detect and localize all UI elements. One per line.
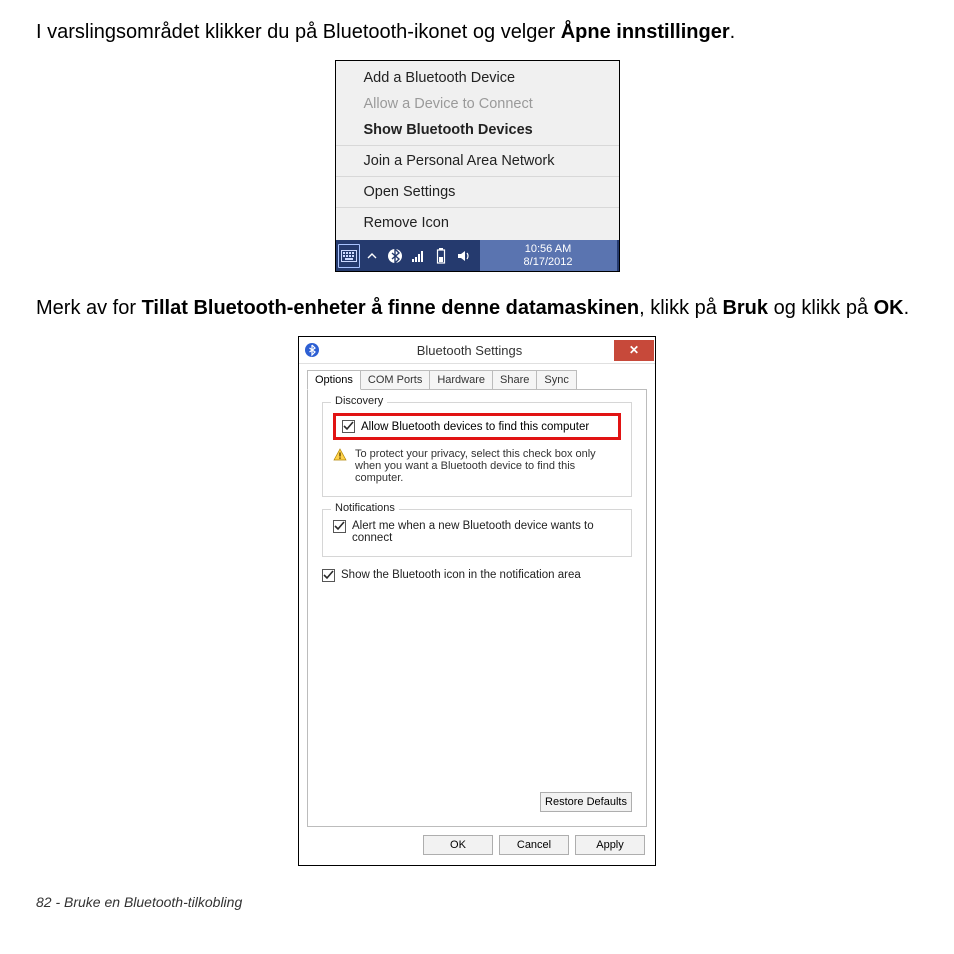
notifications-legend: Notifications bbox=[331, 502, 399, 514]
network-signal-icon[interactable] bbox=[407, 244, 429, 268]
menu-item-open-settings[interactable]: Open Settings bbox=[336, 179, 619, 205]
p2-seg4: . bbox=[904, 297, 910, 319]
dialog-title: Bluetooth Settings bbox=[325, 343, 614, 358]
instruction-paragraph-2: Merk av for Tillat Bluetooth-enheter å f… bbox=[36, 294, 918, 322]
instruction-paragraph-1: I varslingsområdet klikker du på Bluetoo… bbox=[36, 18, 918, 46]
discovery-highlight: Allow Bluetooth devices to find this com… bbox=[333, 413, 621, 440]
clock-time: 10:56 AM bbox=[525, 243, 571, 256]
menu-separator bbox=[336, 176, 619, 177]
tab-sync[interactable]: Sync bbox=[536, 370, 576, 389]
tab-bar: Options COM Ports Hardware Share Sync bbox=[307, 370, 647, 389]
clock-panel[interactable]: 10:56 AM 8/17/2012 bbox=[480, 240, 617, 271]
warning-icon bbox=[333, 448, 347, 462]
p2-seg3: og klikk på bbox=[768, 297, 874, 319]
page-footer: 82 - Bruke en Bluetooth-tilkobling bbox=[36, 894, 918, 910]
p2-seg1: Merk av for bbox=[36, 297, 142, 319]
allow-discovery-label: Allow Bluetooth devices to find this com… bbox=[361, 421, 589, 433]
p2-seg2: , klikk på bbox=[639, 297, 722, 319]
tab-com-ports[interactable]: COM Ports bbox=[360, 370, 430, 389]
alert-label: Alert me when a new Bluetooth device wan… bbox=[352, 520, 621, 544]
close-button[interactable]: ✕ bbox=[614, 340, 654, 361]
dialog-button-row: OK Cancel Apply bbox=[307, 827, 647, 857]
keyboard-icon[interactable] bbox=[338, 244, 360, 268]
p2-bold3: OK bbox=[874, 297, 904, 319]
p1-prefix: I varslingsområdet klikker du på Bluetoo… bbox=[36, 21, 561, 43]
discovery-info-text: To protect your privacy, select this che… bbox=[355, 448, 621, 484]
show-icon-checkbox[interactable] bbox=[322, 569, 335, 582]
bluetooth-icon bbox=[299, 343, 325, 357]
tab-hardware[interactable]: Hardware bbox=[429, 370, 493, 389]
tray-chevron-icon[interactable] bbox=[361, 244, 383, 268]
dialog-titlebar: Bluetooth Settings ✕ bbox=[299, 337, 655, 364]
p2-bold1: Tillat Bluetooth-enheter å finne denne d… bbox=[142, 297, 640, 319]
tab-share[interactable]: Share bbox=[492, 370, 537, 389]
ok-button[interactable]: OK bbox=[423, 835, 493, 855]
menu-item-add-device[interactable]: Add a Bluetooth Device bbox=[336, 65, 619, 91]
volume-icon[interactable] bbox=[453, 244, 475, 268]
menu-separator bbox=[336, 145, 619, 146]
context-menu-list: Add a Bluetooth Device Allow a Device to… bbox=[336, 61, 619, 240]
menu-item-show-devices[interactable]: Show Bluetooth Devices bbox=[336, 117, 619, 143]
allow-discovery-checkbox[interactable] bbox=[342, 420, 355, 433]
show-icon-row: Show the Bluetooth icon in the notificat… bbox=[322, 569, 632, 582]
discovery-info: To protect your privacy, select this che… bbox=[333, 448, 621, 484]
show-icon-label: Show the Bluetooth icon in the notificat… bbox=[341, 569, 581, 581]
p1-bold: Åpne innstillinger bbox=[561, 21, 730, 43]
cancel-button[interactable]: Cancel bbox=[499, 835, 569, 855]
notification-context-menu: Add a Bluetooth Device Allow a Device to… bbox=[335, 60, 620, 272]
menu-item-join-pan[interactable]: Join a Personal Area Network bbox=[336, 148, 619, 174]
alert-checkbox[interactable] bbox=[333, 520, 346, 533]
clock-date: 8/17/2012 bbox=[524, 256, 573, 269]
options-panel: Discovery Allow Bluetooth devices to fin… bbox=[307, 389, 647, 827]
apply-button[interactable]: Apply bbox=[575, 835, 645, 855]
tab-options[interactable]: Options bbox=[307, 370, 361, 390]
p2-bold2: Bruk bbox=[722, 297, 768, 319]
restore-defaults-button[interactable]: Restore Defaults bbox=[540, 792, 632, 812]
menu-item-allow-connect: Allow a Device to Connect bbox=[336, 91, 619, 117]
menu-item-remove-icon[interactable]: Remove Icon bbox=[336, 210, 619, 236]
battery-icon[interactable] bbox=[430, 244, 452, 268]
bluetooth-settings-dialog: Bluetooth Settings ✕ Options COM Ports H… bbox=[298, 336, 656, 866]
bluetooth-icon[interactable] bbox=[384, 244, 406, 268]
p1-suffix: . bbox=[730, 21, 736, 43]
discovery-fieldset: Discovery Allow Bluetooth devices to fin… bbox=[322, 402, 632, 497]
notifications-fieldset: Notifications Alert me when a new Blueto… bbox=[322, 509, 632, 557]
system-tray: 10:56 AM 8/17/2012 bbox=[336, 240, 619, 271]
discovery-legend: Discovery bbox=[331, 395, 387, 407]
menu-separator bbox=[336, 207, 619, 208]
